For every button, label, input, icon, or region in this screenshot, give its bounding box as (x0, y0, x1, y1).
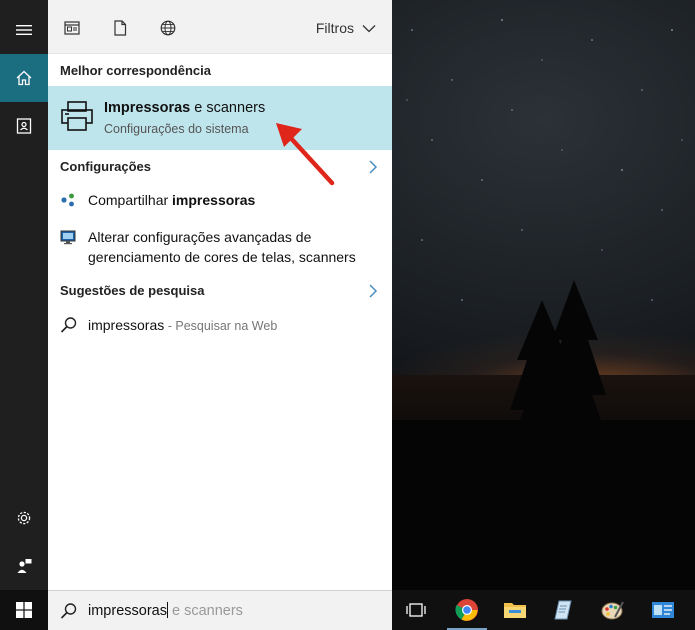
chevron-down-icon (362, 24, 376, 32)
gear-icon (17, 511, 31, 525)
apps-filter-button[interactable] (62, 18, 82, 38)
search-query-text: impressoras e scanners (88, 602, 243, 619)
filters-label: Filtros (315, 20, 354, 36)
file-explorer-button[interactable] (491, 590, 539, 630)
taskbar: impressoras e scanners (0, 590, 695, 630)
filters-dropdown[interactable]: Filtros (316, 20, 376, 36)
search-box[interactable]: impressoras e scanners (48, 590, 392, 630)
windows-logo-icon (16, 602, 32, 618)
settings-taskbar-button[interactable] (639, 590, 687, 630)
settings-result-share-printers[interactable]: Compartilhar impressoras (60, 190, 380, 212)
documents-filter-button[interactable] (110, 18, 130, 38)
best-match-subtitle: Configurações do sistema (104, 122, 249, 136)
printer-icon (61, 101, 93, 131)
notebook-icon (16, 118, 32, 134)
web-filter-button[interactable] (158, 18, 178, 38)
home-icon (16, 70, 32, 86)
home-button[interactable] (0, 54, 48, 102)
start-button[interactable] (0, 590, 48, 630)
notebook-button[interactable] (0, 102, 48, 150)
tree-silhouettes (392, 280, 695, 590)
settings-button[interactable] (0, 494, 48, 542)
hamburger-icon (16, 25, 32, 35)
search-icon (60, 317, 77, 333)
search-suggestions-heading: Sugestões de pesquisa (60, 283, 205, 298)
chevron-right-icon[interactable] (368, 284, 378, 298)
control-panel-icon (652, 602, 674, 618)
network-share-icon (61, 193, 74, 207)
chrome-taskbar-button[interactable] (443, 590, 491, 630)
settings-result-label: Compartilhar impressoras (88, 192, 256, 208)
settings-result-label: Alterar configurações avançadas de geren… (88, 229, 356, 265)
chrome-icon (455, 599, 478, 621)
feedback-button[interactable] (0, 542, 48, 590)
globe-icon (160, 20, 176, 36)
start-sidebar (0, 0, 48, 630)
app-window-icon (64, 21, 80, 35)
search-results-panel: Filtros Melhor correspondência Impressor… (48, 0, 392, 590)
menu-button[interactable] (0, 6, 48, 54)
document-icon (114, 20, 127, 36)
suggestion-text: impressoras - Pesquisar na Web (88, 317, 278, 333)
notepad-icon (554, 600, 572, 620)
best-match-title: Impressoras e scanners (104, 100, 266, 116)
filter-bar: Filtros (48, 0, 392, 54)
desktop-wallpaper (392, 0, 695, 590)
task-view-icon (406, 603, 426, 617)
paint-palette-icon (601, 601, 624, 620)
best-match-heading: Melhor correspondência (60, 63, 211, 78)
search-icon (60, 603, 77, 619)
task-view-button[interactable] (392, 590, 440, 630)
monitor-color-icon (60, 230, 76, 245)
settings-heading: Configurações (60, 159, 152, 174)
chevron-right-icon[interactable] (368, 160, 378, 174)
red-arrow-annotation (276, 123, 335, 186)
paint-taskbar-button[interactable] (589, 590, 637, 630)
settings-result-color-management[interactable]: Alterar configurações avançadas de geren… (60, 227, 380, 269)
folder-icon (504, 603, 526, 618)
feedback-person-icon (17, 559, 32, 573)
notepad-taskbar-button[interactable] (539, 590, 587, 630)
